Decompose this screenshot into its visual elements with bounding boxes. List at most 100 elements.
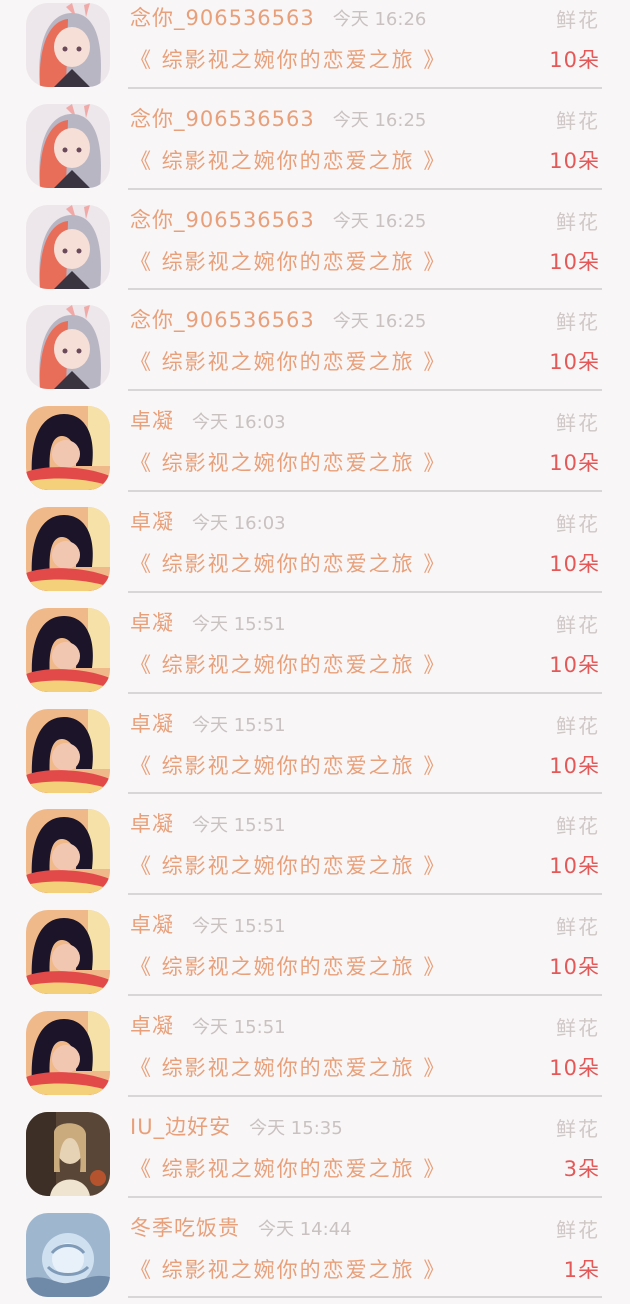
username[interactable]: 卓凝 今天 15:51 bbox=[130, 607, 286, 637]
book-title[interactable]: 《 综影视之婉你的恋爱之旅 》 bbox=[130, 447, 446, 477]
book-title[interactable]: 《 综影视之婉你的恋爱之旅 》 bbox=[130, 548, 446, 578]
timestamp: 今天 16:03 bbox=[192, 412, 286, 434]
timestamp: 今天 15:35 bbox=[249, 1117, 343, 1139]
gift-type-label: 鲜花 bbox=[556, 612, 600, 637]
timestamp: 今天 16:26 bbox=[332, 9, 427, 30]
avatar[interactable] bbox=[26, 1212, 110, 1297]
list-item[interactable]: 卓凝 今天 16:03 鲜花 《 综影视之婉你的恋爱之旅 》 10朵 bbox=[0, 397, 630, 498]
username[interactable]: 念你_906536563 今天 16:26 bbox=[130, 2, 426, 32]
avatar[interactable] bbox=[26, 1010, 110, 1095]
gift-count: 10朵 bbox=[549, 652, 600, 677]
gift-count: 10朵 bbox=[549, 148, 600, 173]
gift-type-label: 鲜花 bbox=[556, 108, 600, 133]
book-title[interactable]: 《 综影视之婉你的恋爱之旅 》 bbox=[130, 44, 446, 74]
book-title[interactable]: 《 综影视之婉你的恋爱之旅 》 bbox=[130, 850, 446, 880]
avatar[interactable] bbox=[26, 3, 110, 87]
divider bbox=[128, 489, 602, 492]
list-item[interactable]: 冬季吃饭贵 今天 14:44 鲜花 《 综影视之婉你的恋爱之旅 》 1朵 bbox=[0, 1204, 630, 1304]
username[interactable]: 冬季吃饭贵 今天 14:44 bbox=[130, 1212, 352, 1242]
list-item[interactable]: 卓凝 今天 15:51 鲜花 《 综影视之婉你的恋爱之旅 》 10朵 bbox=[0, 700, 630, 801]
avatar[interactable] bbox=[26, 204, 110, 289]
timestamp: 今天 15:51 bbox=[192, 714, 286, 736]
gift-type-label: 鲜花 bbox=[556, 310, 600, 335]
username[interactable]: 卓凝 今天 15:51 bbox=[130, 1010, 286, 1040]
username[interactable]: 念你_906536563 今天 16:25 bbox=[130, 103, 426, 133]
gift-count: 10朵 bbox=[549, 753, 600, 778]
avatar[interactable] bbox=[26, 406, 110, 491]
book-title[interactable]: 《 综影视之婉你的恋爱之旅 》 bbox=[130, 1153, 446, 1183]
timestamp: 今天 15:51 bbox=[192, 1016, 286, 1038]
gift-count: 10朵 bbox=[549, 854, 600, 879]
divider bbox=[128, 389, 602, 392]
book-title[interactable]: 《 综影视之婉你的恋爱之旅 》 bbox=[130, 1052, 446, 1082]
book-title[interactable]: 《 综影视之婉你的恋爱之旅 》 bbox=[130, 145, 446, 175]
divider bbox=[128, 590, 602, 593]
book-title[interactable]: 《 综影视之婉你的恋爱之旅 》 bbox=[130, 649, 446, 679]
list-item[interactable]: 念你_906536563 今天 16:25 鲜花 《 综影视之婉你的恋爱之旅 》 … bbox=[0, 296, 630, 397]
gift-count: 10朵 bbox=[549, 249, 600, 274]
divider bbox=[128, 288, 602, 291]
book-title[interactable]: 《 综影视之婉你的恋爱之旅 》 bbox=[130, 246, 446, 276]
gift-count: 3朵 bbox=[563, 1156, 600, 1181]
gift-type-label: 鲜花 bbox=[556, 209, 600, 234]
book-title[interactable]: 《 综影视之婉你的恋爱之旅 》 bbox=[130, 1254, 446, 1284]
gift-type-label: 鲜花 bbox=[556, 511, 600, 536]
gift-count: 1朵 bbox=[563, 1257, 600, 1282]
list-item[interactable]: 念你_906536563 今天 16:25 鲜花 《 综影视之婉你的恋爱之旅 》 … bbox=[0, 196, 630, 297]
avatar[interactable] bbox=[26, 708, 110, 793]
username[interactable]: 卓凝 今天 16:03 bbox=[130, 405, 286, 435]
gift-type-label: 鲜花 bbox=[556, 1015, 600, 1040]
avatar[interactable] bbox=[26, 607, 110, 692]
list-item[interactable]: 卓凝 今天 15:51 鲜花 《 综影视之婉你的恋爱之旅 》 10朵 bbox=[0, 800, 630, 901]
username[interactable]: IU_边好安 今天 15:35 bbox=[130, 1111, 343, 1141]
book-title[interactable]: 《 综影视之婉你的恋爱之旅 》 bbox=[130, 346, 446, 376]
username[interactable]: 卓凝 今天 15:51 bbox=[130, 909, 286, 939]
gift-count: 10朵 bbox=[549, 1055, 600, 1080]
list-item[interactable]: 卓凝 今天 15:51 鲜花 《 综影视之婉你的恋爱之旅 》 10朵 bbox=[0, 901, 630, 1002]
list-item[interactable]: 念你_906536563 今天 16:25 鲜花 《 综影视之婉你的恋爱之旅 》 … bbox=[0, 95, 630, 196]
list-item[interactable]: 卓凝 今天 15:51 鲜花 《 综影视之婉你的恋爱之旅 》 10朵 bbox=[0, 1002, 630, 1103]
gift-count: 10朵 bbox=[549, 451, 600, 476]
gift-type-label: 鲜花 bbox=[556, 1116, 600, 1141]
gift-count: 10朵 bbox=[549, 955, 600, 980]
avatar[interactable] bbox=[26, 1111, 110, 1196]
list-item[interactable]: 卓凝 今天 15:51 鲜花 《 综影视之婉你的恋爱之旅 》 10朵 bbox=[0, 599, 630, 700]
gift-count: 10朵 bbox=[549, 350, 600, 375]
divider bbox=[128, 792, 602, 795]
divider bbox=[128, 1195, 602, 1198]
avatar[interactable] bbox=[26, 910, 110, 995]
list-item[interactable]: 卓凝 今天 16:03 鲜花 《 综影视之婉你的恋爱之旅 》 10朵 bbox=[0, 498, 630, 599]
gift-count: 10朵 bbox=[549, 551, 600, 576]
divider bbox=[128, 893, 602, 896]
divider bbox=[128, 1296, 602, 1299]
book-title[interactable]: 《 综影视之婉你的恋爱之旅 》 bbox=[130, 951, 446, 981]
avatar[interactable] bbox=[26, 103, 110, 188]
gift-list: 念你_906536563 今天 16:26 鲜花 《 综影视之婉你的恋爱之旅 》 … bbox=[0, 0, 630, 1304]
timestamp: 今天 16:25 bbox=[332, 311, 427, 333]
avatar[interactable] bbox=[26, 506, 110, 591]
timestamp: 今天 16:03 bbox=[192, 512, 286, 534]
divider bbox=[128, 993, 602, 996]
book-title[interactable]: 《 综影视之婉你的恋爱之旅 》 bbox=[130, 750, 446, 780]
username[interactable]: 念你_906536563 今天 16:25 bbox=[130, 204, 426, 234]
timestamp: 今天 15:51 bbox=[192, 916, 286, 938]
list-item[interactable]: IU_边好安 今天 15:35 鲜花 《 综影视之婉你的恋爱之旅 》 3朵 bbox=[0, 1103, 630, 1204]
avatar[interactable] bbox=[26, 809, 110, 894]
username[interactable]: 卓凝 今天 15:51 bbox=[130, 808, 286, 838]
divider bbox=[128, 1094, 602, 1097]
timestamp: 今天 14:44 bbox=[258, 1218, 352, 1240]
list-item[interactable]: 念你_906536563 今天 16:26 鲜花 《 综影视之婉你的恋爱之旅 》 … bbox=[0, 0, 630, 95]
username[interactable]: 卓凝 今天 16:03 bbox=[130, 506, 286, 536]
gift-count: 10朵 bbox=[549, 48, 600, 72]
avatar[interactable] bbox=[26, 305, 110, 390]
gift-type-label: 鲜花 bbox=[556, 8, 600, 32]
username[interactable]: 卓凝 今天 15:51 bbox=[130, 708, 286, 738]
timestamp: 今天 15:51 bbox=[192, 815, 286, 837]
divider bbox=[128, 691, 602, 694]
gift-type-label: 鲜花 bbox=[556, 915, 600, 940]
username[interactable]: 念你_906536563 今天 16:25 bbox=[130, 304, 426, 334]
gift-type-label: 鲜花 bbox=[556, 1217, 600, 1242]
divider bbox=[128, 86, 602, 89]
gift-type-label: 鲜花 bbox=[556, 814, 600, 839]
divider bbox=[128, 187, 602, 190]
